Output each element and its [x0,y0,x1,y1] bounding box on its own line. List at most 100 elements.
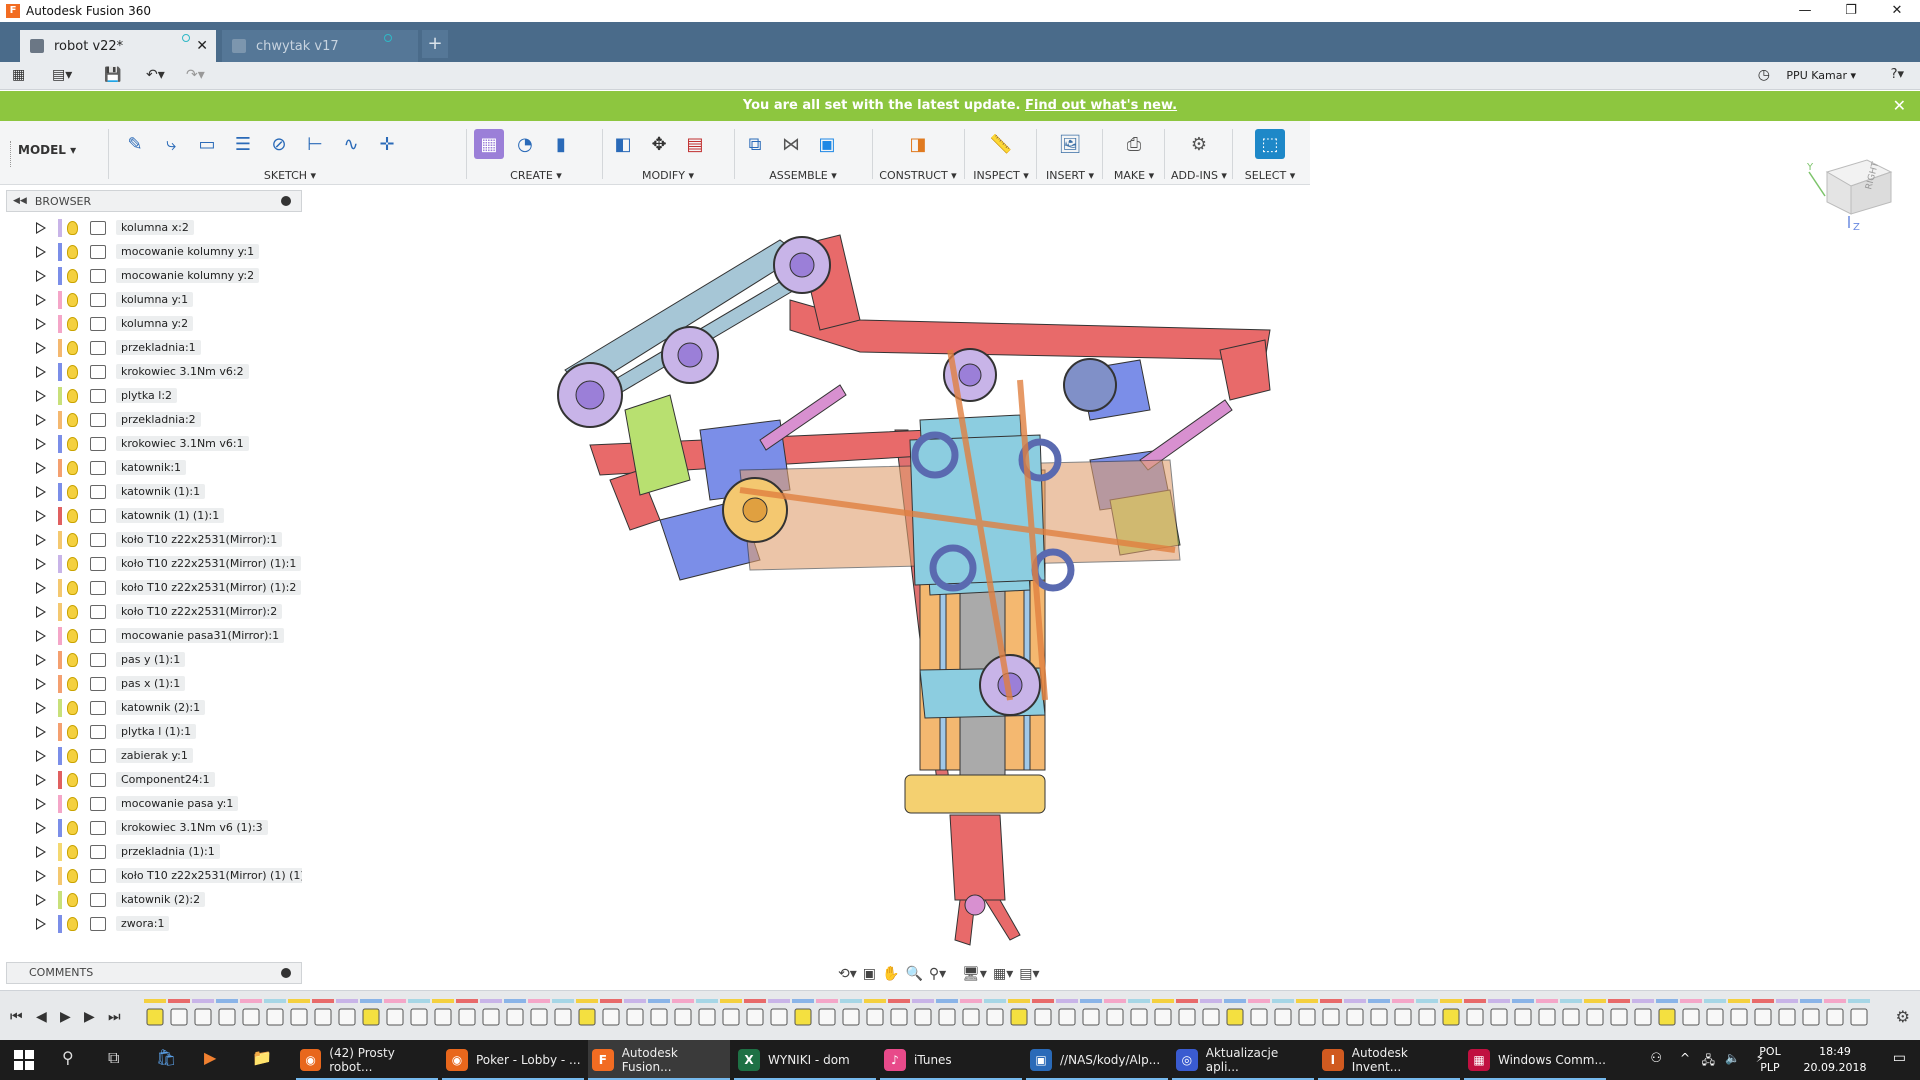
timeline-feature-icon[interactable] [1658,1008,1676,1026]
visibility-bulb-icon[interactable] [67,533,78,547]
expand-arrow-icon[interactable] [36,750,46,762]
expand-arrow-icon[interactable] [36,846,46,858]
timeline-feature-icon[interactable] [1202,1008,1220,1026]
timeline-features[interactable] [144,999,1870,1035]
action-center-icon[interactable]: ▭ [1893,1050,1906,1066]
expand-arrow-icon[interactable] [36,414,46,426]
create-sketch-icon[interactable]: ✎ [120,129,150,159]
timeline-feature-icon[interactable] [1442,1008,1460,1026]
timeline-feature-icon[interactable] [890,1008,908,1026]
form-icon[interactable]: ▦ [474,129,504,159]
search-icon[interactable]: ⚲ [62,1048,74,1067]
visibility-bulb-icon[interactable] [67,365,78,379]
close-window-button[interactable]: ✕ [1874,0,1920,22]
comments-add-icon[interactable] [281,968,291,978]
timeline-feature-icon[interactable] [218,1008,236,1026]
make-menu[interactable]: MAKE ▾ [1108,169,1160,182]
comments-panel[interactable]: COMMENTS [6,962,302,984]
timeline-feature-icon[interactable] [554,1008,572,1026]
visibility-bulb-icon[interactable] [67,653,78,667]
expand-arrow-icon[interactable] [36,606,46,618]
move-icon[interactable]: ✥ [644,129,674,159]
timeline-feature-icon[interactable] [1826,1008,1844,1026]
visibility-bulb-icon[interactable] [67,389,78,403]
whats-new-link[interactable]: Find out what's new. [1025,98,1177,113]
split-body-icon[interactable]: ▤ [680,129,710,159]
visibility-bulb-icon[interactable] [67,221,78,235]
visibility-bulb-icon[interactable] [67,509,78,523]
line-icon[interactable]: ⤷ [156,129,186,159]
expand-arrow-icon[interactable] [36,318,46,330]
step-back-icon[interactable]: ◀ [36,1009,47,1025]
expand-arrow-icon[interactable] [36,294,46,306]
timeline-feature-icon[interactable] [1706,1008,1724,1026]
timeline-feature-icon[interactable] [506,1008,524,1026]
visibility-bulb-icon[interactable] [67,485,78,499]
timeline-feature-icon[interactable] [386,1008,404,1026]
timeline-feature-icon[interactable] [1034,1008,1052,1026]
timeline-feature-icon[interactable] [362,1008,380,1026]
taskbar-app-button[interactable]: ◉ Poker - Lobby - ... [442,1040,584,1080]
visibility-bulb-icon[interactable] [67,245,78,259]
people-icon[interactable]: ⚇ [1650,1051,1662,1066]
visibility-bulb-icon[interactable] [67,797,78,811]
construct-menu[interactable]: CONSTRUCT ▾ [878,169,958,182]
timeline-feature-icon[interactable] [1754,1008,1772,1026]
visibility-bulb-icon[interactable] [67,893,78,907]
tab-robot[interactable]: robot v22* ✕ [20,30,216,62]
timeline-feature-icon[interactable] [1538,1008,1556,1026]
timeline-feature-icon[interactable] [530,1008,548,1026]
timeline-feature-icon[interactable] [1682,1008,1700,1026]
timeline-feature-icon[interactable] [818,1008,836,1026]
timeline-feature-icon[interactable] [242,1008,260,1026]
clock[interactable]: 18:49 20.09.2018 [1800,1044,1870,1076]
taskbar-app-button[interactable]: I Autodesk Invent... [1318,1040,1460,1080]
timeline-feature-icon[interactable] [1394,1008,1412,1026]
tab-chwytak[interactable]: chwytak v17 [222,30,418,62]
circle-icon[interactable]: ⊘ [264,129,294,159]
timeline-feature-icon[interactable] [698,1008,716,1026]
timeline-feature-icon[interactable] [962,1008,980,1026]
revolve-icon[interactable]: ◔ [510,129,540,159]
timeline-feature-icon[interactable] [290,1008,308,1026]
timeline-feature-icon[interactable] [410,1008,428,1026]
taskbar-app-button[interactable]: ▣ //NAS/kody/Alp... [1026,1040,1168,1080]
expand-arrow-icon[interactable] [36,798,46,810]
expand-arrow-icon[interactable] [36,510,46,522]
timeline-feature-icon[interactable] [650,1008,668,1026]
expand-arrow-icon[interactable] [36,654,46,666]
timeline-feature-icon[interactable] [1466,1008,1484,1026]
visibility-bulb-icon[interactable] [67,629,78,643]
visibility-bulb-icon[interactable] [67,677,78,691]
timeline-feature-icon[interactable] [1298,1008,1316,1026]
browser-pin-icon[interactable] [281,196,291,206]
look-at-icon[interactable]: ▣ [863,966,876,982]
help-icon[interactable]: ?▾ [1891,67,1904,85]
joint-icon[interactable]: ⋈ [776,129,806,159]
new-tab-button[interactable]: + [422,30,448,58]
taskbar-app-button[interactable]: F Autodesk Fusion... [588,1040,730,1080]
timeline-feature-icon[interactable] [266,1008,284,1026]
expand-arrow-icon[interactable] [36,366,46,378]
timeline-feature-icon[interactable] [1370,1008,1388,1026]
pan-icon[interactable]: ✋ [882,966,899,982]
timeline-feature-icon[interactable] [434,1008,452,1026]
collapse-browser-icon[interactable]: ◀◀ [13,196,27,206]
viewcube[interactable]: Y Z RIGHT [1805,150,1895,233]
input-language[interactable]: POL PLP [1750,1044,1790,1076]
timeline-feature-icon[interactable] [602,1008,620,1026]
grid-settings-icon[interactable]: ▦▾ [993,966,1013,982]
offset-plane-icon[interactable]: ◨ [903,129,933,159]
rectangle-icon[interactable]: ▭ [192,129,222,159]
dimension-icon[interactable]: ⊢ [300,129,330,159]
taskbar-app-button[interactable]: ▦ Windows Comm... [1464,1040,1606,1080]
visibility-bulb-icon[interactable] [67,773,78,787]
expand-arrow-icon[interactable] [36,342,46,354]
insert-menu[interactable]: INSERT ▾ [1042,169,1098,182]
step-forward-icon[interactable]: ▶ [84,1009,95,1025]
timeline-feature-icon[interactable] [458,1008,476,1026]
timeline-feature-icon[interactable] [1250,1008,1268,1026]
restore-button[interactable]: ❐ [1828,0,1874,22]
visibility-bulb-icon[interactable] [67,341,78,355]
show-hidden-icons[interactable]: ^ [1680,1051,1690,1065]
